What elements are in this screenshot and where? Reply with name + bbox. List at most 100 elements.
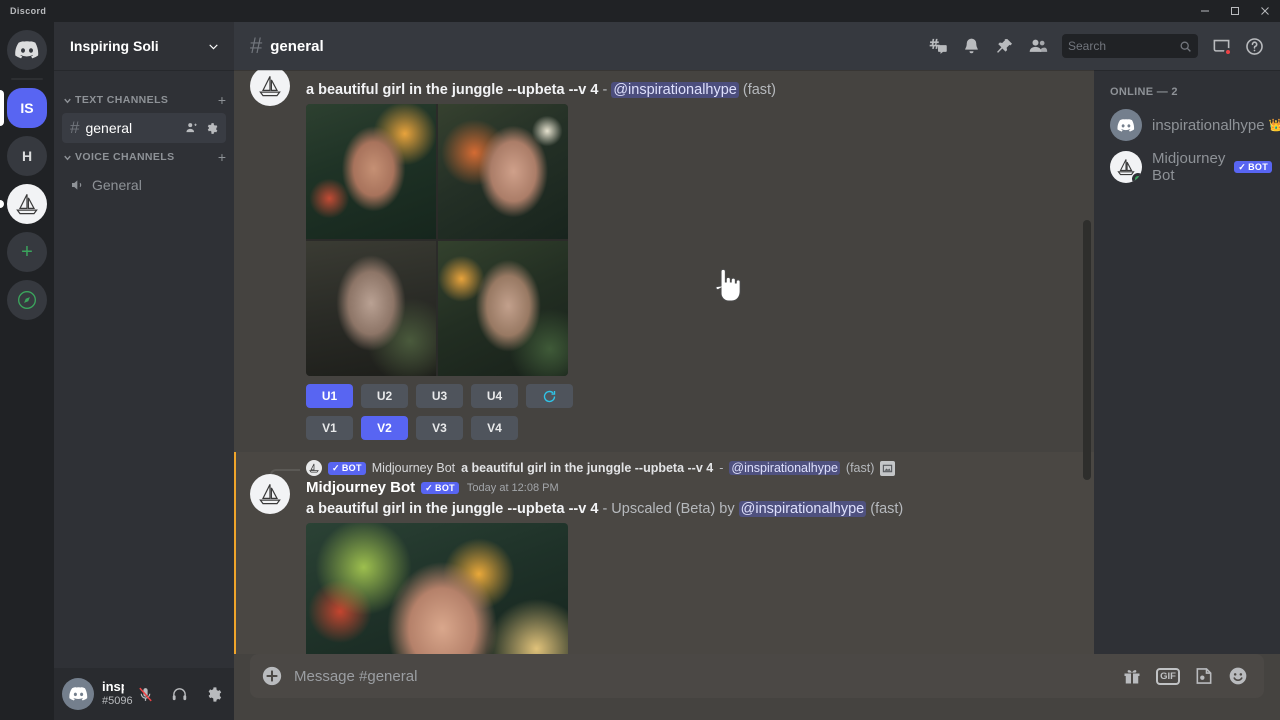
sidebar-item-general[interactable]: # general bbox=[62, 113, 226, 143]
create-voice-channel-button[interactable]: + bbox=[218, 150, 226, 164]
window-titlebar: Discord bbox=[0, 0, 1280, 22]
user-mention[interactable]: @inspirationalhype bbox=[611, 82, 739, 98]
mute-microphone-button[interactable] bbox=[132, 681, 158, 707]
add-member-icon[interactable] bbox=[185, 121, 199, 135]
explore-servers-button[interactable] bbox=[7, 280, 47, 320]
upscaled-image[interactable] bbox=[306, 523, 568, 654]
prompt-text: a beautiful girl in the junggle --upbeta… bbox=[306, 82, 598, 98]
member-list: ONLINE — 2 inspirationalhype 👑 bbox=[1094, 70, 1280, 654]
compass-icon bbox=[17, 290, 37, 310]
active-server-pill bbox=[0, 90, 4, 126]
sailboat-icon bbox=[308, 462, 320, 474]
server-initials: IS bbox=[20, 100, 33, 116]
category-text-channels[interactable]: TEXT CHANNELS + bbox=[54, 88, 234, 112]
grid-tile-1[interactable] bbox=[306, 104, 436, 239]
speaker-icon bbox=[70, 177, 86, 193]
maximize-button[interactable] bbox=[1220, 0, 1250, 22]
sticker-icon[interactable] bbox=[1194, 666, 1214, 686]
category-collapse-icon-voice bbox=[62, 152, 73, 163]
reply-mention[interactable]: @inspirationalhype bbox=[729, 461, 840, 475]
server-header[interactable]: Inspiring Soli bbox=[54, 22, 234, 70]
server-item-h[interactable]: H bbox=[7, 136, 47, 176]
deafen-button[interactable] bbox=[166, 681, 192, 707]
user-settings-button[interactable] bbox=[200, 681, 226, 707]
bot-label: BOT bbox=[435, 483, 455, 494]
create-text-channel-button[interactable]: + bbox=[218, 93, 226, 107]
gift-icon[interactable] bbox=[1122, 666, 1142, 686]
speed-suffix: (fast) bbox=[743, 82, 776, 98]
message-author[interactable]: Midjourney Bot bbox=[306, 478, 415, 498]
server-item-midjourney[interactable] bbox=[7, 184, 47, 224]
bell-icon[interactable] bbox=[962, 37, 981, 56]
user-identity[interactable]: inspiration... #5096 bbox=[102, 680, 124, 708]
user-mention[interactable]: @inspirationalhype bbox=[739, 501, 867, 517]
main-content: # general bbox=[234, 22, 1280, 720]
image-attachment-icon bbox=[880, 461, 895, 476]
sailboat-icon bbox=[256, 480, 284, 508]
avatar[interactable] bbox=[250, 474, 290, 514]
button-reroll[interactable] bbox=[526, 384, 573, 408]
composer-box[interactable]: Message #general GIF bbox=[250, 654, 1264, 698]
member-item-inspirationalhype[interactable]: inspirationalhype 👑 bbox=[1110, 104, 1272, 146]
voice-channel-name: General bbox=[92, 177, 218, 193]
content-row: a beautiful girl in the junggle --upbeta… bbox=[234, 70, 1280, 654]
grid-tile-4[interactable] bbox=[438, 241, 568, 376]
help-icon[interactable] bbox=[1245, 37, 1264, 56]
reply-reference[interactable]: ✓BOT Midjourney Bot a beautiful girl in … bbox=[306, 460, 1046, 478]
grid-tile-3[interactable] bbox=[306, 241, 436, 376]
category-voice-channels[interactable]: VOICE CHANNELS + bbox=[54, 145, 234, 169]
gear-icon bbox=[205, 686, 222, 703]
verified-check-icon: ✓ bbox=[425, 483, 433, 494]
message-grid: a beautiful girl in the junggle --upbeta… bbox=[234, 70, 1094, 452]
minimize-button[interactable] bbox=[1190, 0, 1220, 22]
rail-divider bbox=[11, 78, 43, 80]
grid-tile-2[interactable] bbox=[438, 104, 568, 239]
sailboat-icon bbox=[256, 72, 284, 100]
server-home-wrap bbox=[0, 30, 54, 70]
member-item-midjourney-bot[interactable]: Midjourney Bot ✓BOT bbox=[1110, 146, 1272, 188]
avatar[interactable] bbox=[62, 678, 94, 710]
button-u4[interactable]: U4 bbox=[471, 384, 518, 408]
button-v4[interactable]: V4 bbox=[471, 416, 518, 440]
members-icon[interactable] bbox=[1028, 36, 1048, 56]
message-timestamp: Today at 12:08 PM bbox=[467, 481, 559, 495]
plus-circle-icon[interactable] bbox=[250, 654, 294, 698]
refresh-icon bbox=[542, 389, 557, 404]
pin-icon[interactable] bbox=[995, 37, 1014, 56]
hash-icon: # bbox=[70, 118, 79, 138]
message-scrollbar[interactable] bbox=[1083, 220, 1091, 480]
search-input[interactable]: Search bbox=[1062, 34, 1198, 58]
server-rail: IS H + bbox=[0, 22, 54, 720]
discord-logo-icon bbox=[69, 687, 88, 701]
message-input[interactable]: Message #general bbox=[294, 668, 1122, 685]
prompt-text: a beautiful girl in the junggle --upbeta… bbox=[306, 501, 598, 517]
inbox-icon[interactable] bbox=[1212, 37, 1231, 56]
button-v3[interactable]: V3 bbox=[416, 416, 463, 440]
avatar bbox=[1110, 109, 1142, 141]
button-u1[interactable]: U1 bbox=[306, 384, 353, 408]
unread-server-pill bbox=[0, 200, 4, 208]
server-item-inspiring-soli[interactable]: IS bbox=[7, 88, 47, 128]
button-u2[interactable]: U2 bbox=[361, 384, 408, 408]
button-v1[interactable]: V1 bbox=[306, 416, 353, 440]
gif-icon[interactable]: GIF bbox=[1156, 668, 1180, 685]
message-scroller: a beautiful girl in the junggle --upbeta… bbox=[234, 70, 1094, 654]
threads-icon[interactable] bbox=[928, 36, 948, 56]
close-button[interactable] bbox=[1250, 0, 1280, 22]
button-v2[interactable]: V2 bbox=[361, 416, 408, 440]
window-controls bbox=[1190, 0, 1280, 22]
sidebar-item-voice-general[interactable]: General bbox=[62, 170, 226, 200]
gear-icon[interactable] bbox=[205, 122, 218, 135]
add-server-wrap: + bbox=[0, 232, 54, 272]
reply-suffix: (fast) bbox=[846, 461, 874, 475]
discord-logo-icon bbox=[1117, 119, 1135, 132]
midjourney-image-grid[interactable] bbox=[306, 104, 568, 376]
server-home-button[interactable] bbox=[7, 30, 47, 70]
hash-icon-topbar: # bbox=[250, 33, 262, 59]
avatar[interactable] bbox=[250, 70, 290, 106]
emoji-icon[interactable] bbox=[1228, 666, 1248, 686]
button-u3[interactable]: U3 bbox=[416, 384, 463, 408]
add-server-button[interactable]: + bbox=[7, 232, 47, 272]
composer-actions: GIF bbox=[1122, 666, 1248, 686]
bot-badge: ✓BOT bbox=[1234, 161, 1272, 174]
